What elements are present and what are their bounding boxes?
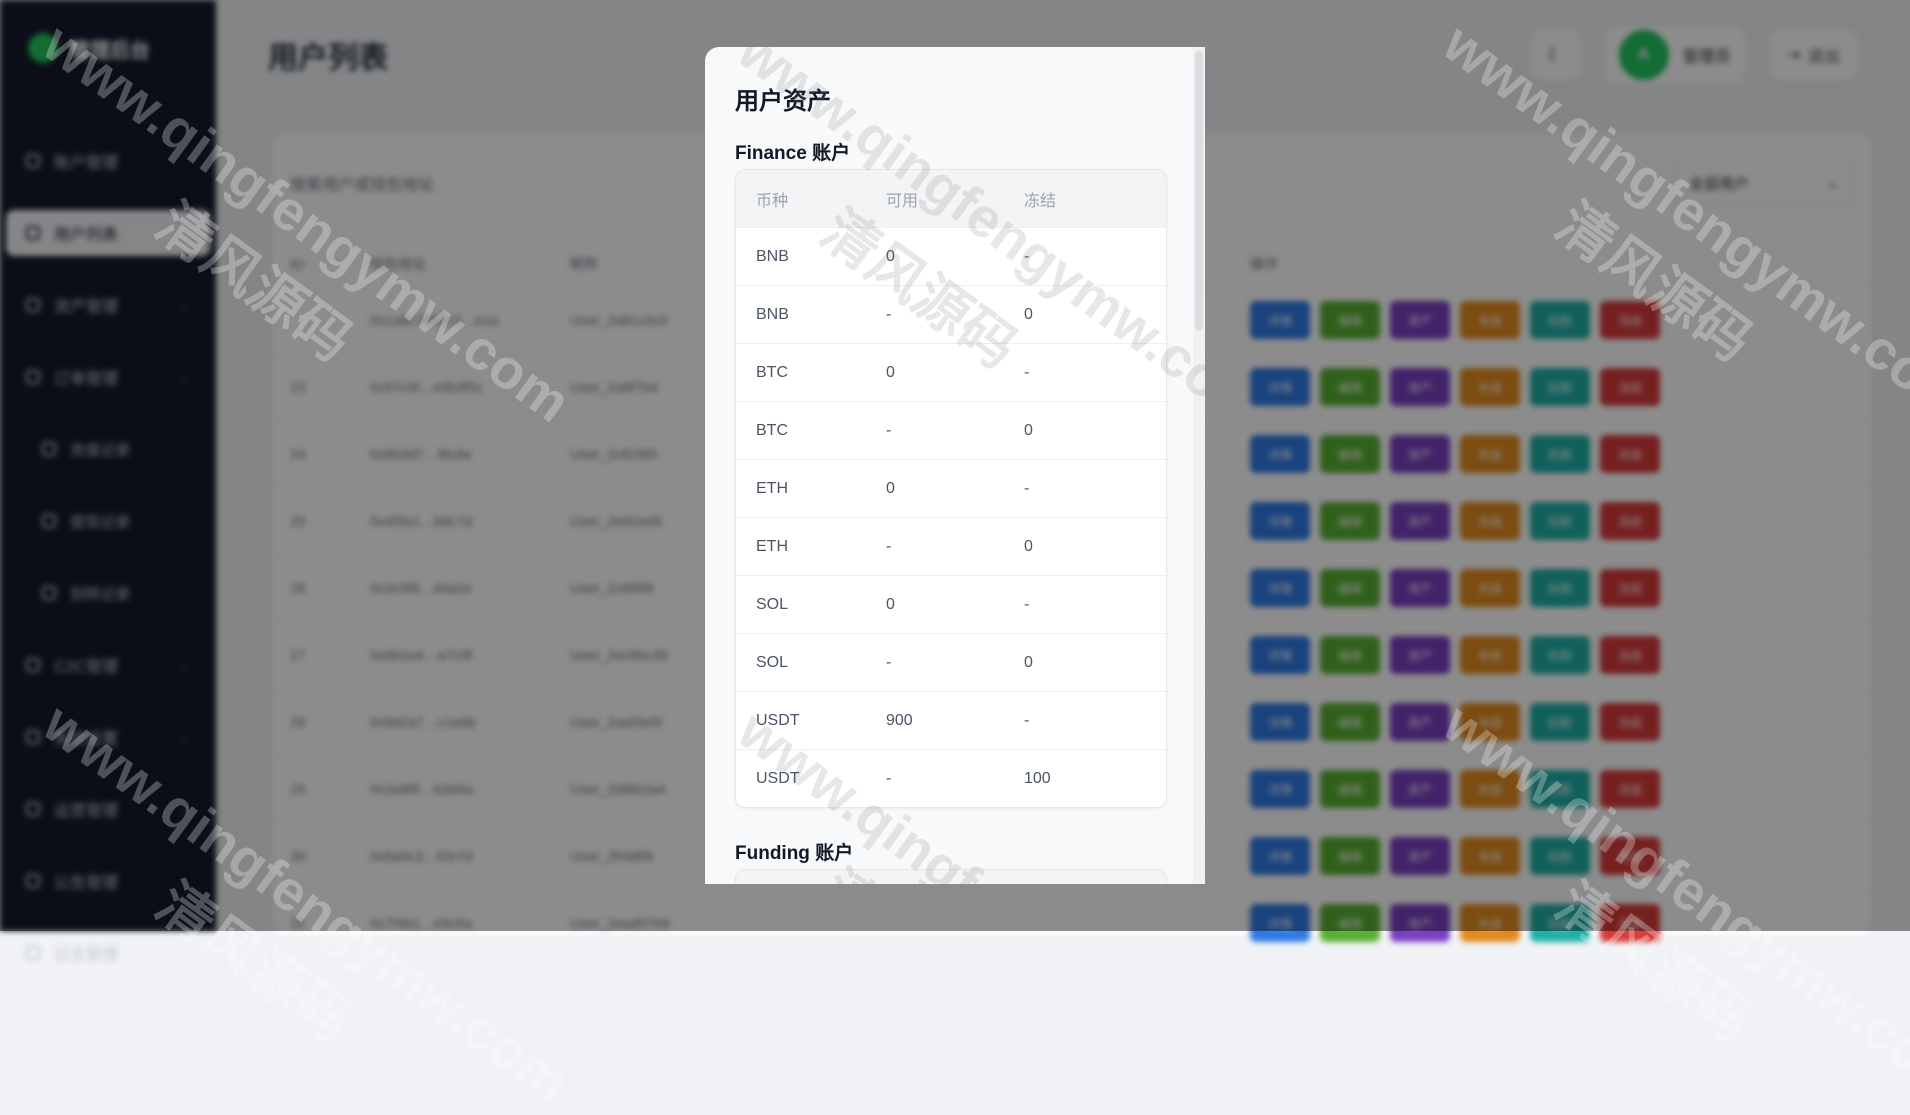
cell-currency: USDT	[756, 769, 800, 787]
asset-row: SOL 0 -	[736, 575, 1166, 633]
cell-currency: ETH	[756, 537, 788, 555]
finance-section-title: Finance 账户	[735, 143, 851, 164]
col-frozen: 冻结	[1024, 192, 1057, 210]
cell-currency: BNB	[756, 247, 789, 265]
cell-frozen: -	[1024, 247, 1030, 265]
cell-frozen: 0	[1024, 653, 1033, 671]
asset-row: BNB - 0	[736, 285, 1166, 343]
cell-available: 0	[886, 247, 895, 265]
cell-frozen: -	[1024, 711, 1030, 729]
sidebar-item[interactable]: 日志管理	[6, 930, 210, 976]
asset-row: ETH 0 -	[736, 459, 1166, 517]
funding-asset-table: 币种 可用 冻结	[735, 869, 1167, 884]
asset-row: BTC - 0	[736, 401, 1166, 459]
asset-row: BNB 0 -	[736, 227, 1166, 285]
asset-row: ETH - 0	[736, 517, 1166, 575]
cell-frozen: 0	[1024, 421, 1033, 439]
modal-scrollbar-thumb[interactable]	[1195, 51, 1203, 331]
cell-available: -	[886, 769, 892, 787]
finance-asset-table: 币种 可用 冻结 BNB 0- BNB -0 BTC 0- BTC -0 ETH 0- ETH -0 S…	[735, 169, 1167, 808]
cell-available: 0	[886, 595, 895, 613]
col-available: 可用	[886, 192, 919, 210]
cell-currency: BNB	[756, 305, 789, 323]
cell-currency: USDT	[756, 711, 800, 729]
cell-frozen: 0	[1024, 537, 1033, 555]
cell-available: -	[886, 305, 892, 323]
cell-available: 900	[886, 711, 913, 729]
cell-currency: SOL	[756, 653, 789, 671]
cell-frozen: 100	[1024, 769, 1051, 787]
user-assets-modal: 用户资产 Finance 账户 币种 可用 冻结 BNB 0 - BNB - 0 BTC 0 -…	[705, 47, 1205, 884]
cell-frozen: 0	[1024, 305, 1033, 323]
cell-available: 0	[886, 363, 895, 381]
modal-body[interactable]: 用户资产 Finance 账户 币种 可用 冻结 BNB 0 - BNB - 0 BTC 0 -…	[705, 47, 1193, 884]
asset-table-header: 币种 可用 冻结	[736, 170, 1166, 227]
cell-available: -	[886, 653, 892, 671]
cell-frozen: -	[1024, 479, 1030, 497]
asset-row: SOL - 0	[736, 633, 1166, 691]
modal-title: 用户资产	[735, 88, 831, 115]
modal-scrollbar[interactable]	[1193, 47, 1205, 884]
sidebar-item-label: 日志管理	[54, 947, 119, 964]
menu-icon	[26, 946, 40, 960]
cell-currency: SOL	[756, 595, 789, 613]
cell-available: -	[886, 537, 892, 555]
asset-row: USDT - 100	[736, 749, 1166, 807]
funding-section-title: Funding 账户	[735, 843, 854, 864]
cell-currency: BTC	[756, 421, 788, 439]
funding-section: Funding 账户 币种 可用 冻结	[735, 838, 1193, 884]
asset-row: USDT 900 -	[736, 691, 1166, 749]
asset-table-header: 币种 可用 冻结	[736, 870, 1166, 884]
cell-currency: BTC	[756, 363, 788, 381]
cell-frozen: -	[1024, 363, 1030, 381]
asset-row: BTC 0 -	[736, 343, 1166, 401]
cell-available: -	[886, 421, 892, 439]
cell-currency: ETH	[756, 479, 788, 497]
cell-frozen: -	[1024, 595, 1030, 613]
col-currency: 币种	[756, 192, 789, 210]
cell-available: 0	[886, 479, 895, 497]
